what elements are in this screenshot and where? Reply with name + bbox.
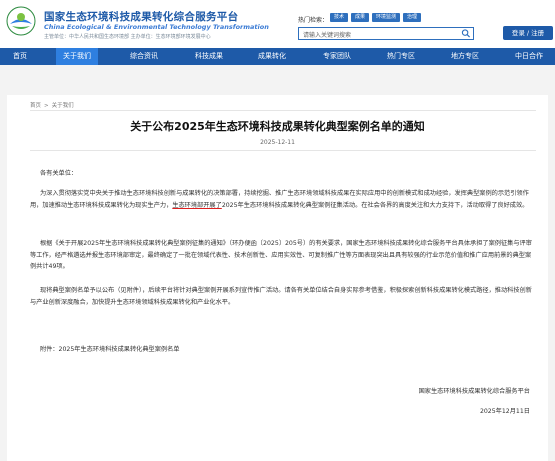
site-english-title: China Ecological & Environmental Technol… <box>44 23 269 31</box>
hot-tag[interactable]: 环境监测 <box>372 13 401 22</box>
platform-logo-icon[interactable] <box>6 6 36 36</box>
hot-tag[interactable]: 成果 <box>351 13 370 22</box>
site-organizer-text: 主管单位：中华人民共和国生态环境部 主办单位：生态环境部环境发展中心 <box>44 34 211 40</box>
hot-tag[interactable]: 治理 <box>403 13 422 22</box>
signature-date: 2025年12月11日 <box>479 408 530 415</box>
site-header: 国家生态环境科技成果转化综合服务平台 China Ecological & En… <box>0 0 555 48</box>
nav-item-news[interactable]: 综合资讯 <box>130 48 158 65</box>
nav-item-transformation[interactable]: 成果转化 <box>258 48 286 65</box>
divider <box>30 110 536 111</box>
hot-tag[interactable]: 技术 <box>330 13 349 22</box>
search-placeholder: 请输入关键词搜索 <box>303 32 352 39</box>
article-paragraph-3: 现将典型案例名单予以公布（见附件），后续平台将针对典型案例开展系列宣传推广活动。… <box>30 285 535 308</box>
breadcrumb-home[interactable]: 首页 <box>30 103 41 109</box>
nav-item-achievements[interactable]: 科技成果 <box>195 48 223 65</box>
highlighted-text: 生态环境部开展了 <box>172 201 222 209</box>
article-greeting: 各有关单位： <box>40 170 78 177</box>
article-date: 2025-12-11 <box>260 139 295 146</box>
divider <box>30 150 536 151</box>
search-input[interactable]: 请输入关键词搜索 <box>298 27 474 40</box>
site-title[interactable]: 国家生态环境科技成果转化综合服务平台 <box>44 9 238 24</box>
breadcrumb-separator: > <box>44 103 49 109</box>
main-nav: 首页 关于我们 综合资讯 科技成果 成果转化 专家团队 热门专区 地方专区 中日… <box>0 48 555 65</box>
nav-item-about[interactable]: 关于我们 <box>56 48 98 65</box>
hot-search-label: 热门检索： <box>298 17 329 24</box>
hot-search-tags: 技术 成果 环境监测 治理 <box>330 13 422 22</box>
signature-organization: 国家生态环境科技成果转化综合服务平台 <box>418 388 530 395</box>
nav-item-hot-zone[interactable]: 热门专区 <box>387 48 415 65</box>
attachment-link[interactable]: 附件：2025年生态环境科技成果转化典型案例名单 <box>40 344 180 353</box>
nav-item-local-zone[interactable]: 地方专区 <box>451 48 479 65</box>
paragraph-text: 2025年生态环境科技成果转化典型案例征集活动。在社会各界的高度关注和大力支持下… <box>221 201 529 209</box>
article-title: 关于公布2025年生态环境科技成果转化典型案例名单的通知 <box>130 120 425 133</box>
article-paragraph-2: 根据《关于开展2025年生态环境科技成果转化典型案例征集的通知》（环办便函〔20… <box>30 238 535 273</box>
breadcrumb: 首页 > 关于我们 <box>30 101 74 109</box>
login-register-button[interactable]: 登录 / 注册 <box>503 26 553 40</box>
nav-item-sino-japan[interactable]: 中日合作 <box>515 48 543 65</box>
breadcrumb-current[interactable]: 关于我们 <box>52 103 74 109</box>
search-icon[interactable] <box>461 29 471 38</box>
paragraph-text: 现将典型案例名单予以公布（见附件），后续平台将针对典型案例开展系列宣传推广活动。… <box>30 287 532 306</box>
nav-item-experts[interactable]: 专家团队 <box>323 48 351 65</box>
nav-item-home[interactable]: 首页 <box>13 48 27 65</box>
article-paragraph-1: 为深入贯彻落实党中央关于推动生态环境科技创新与成果转化的决策部署，持续挖掘、推广… <box>30 188 535 211</box>
paragraph-text: 根据《关于开展2025年生态环境科技成果转化典型案例征集的通知》（环办便函〔20… <box>30 240 532 270</box>
